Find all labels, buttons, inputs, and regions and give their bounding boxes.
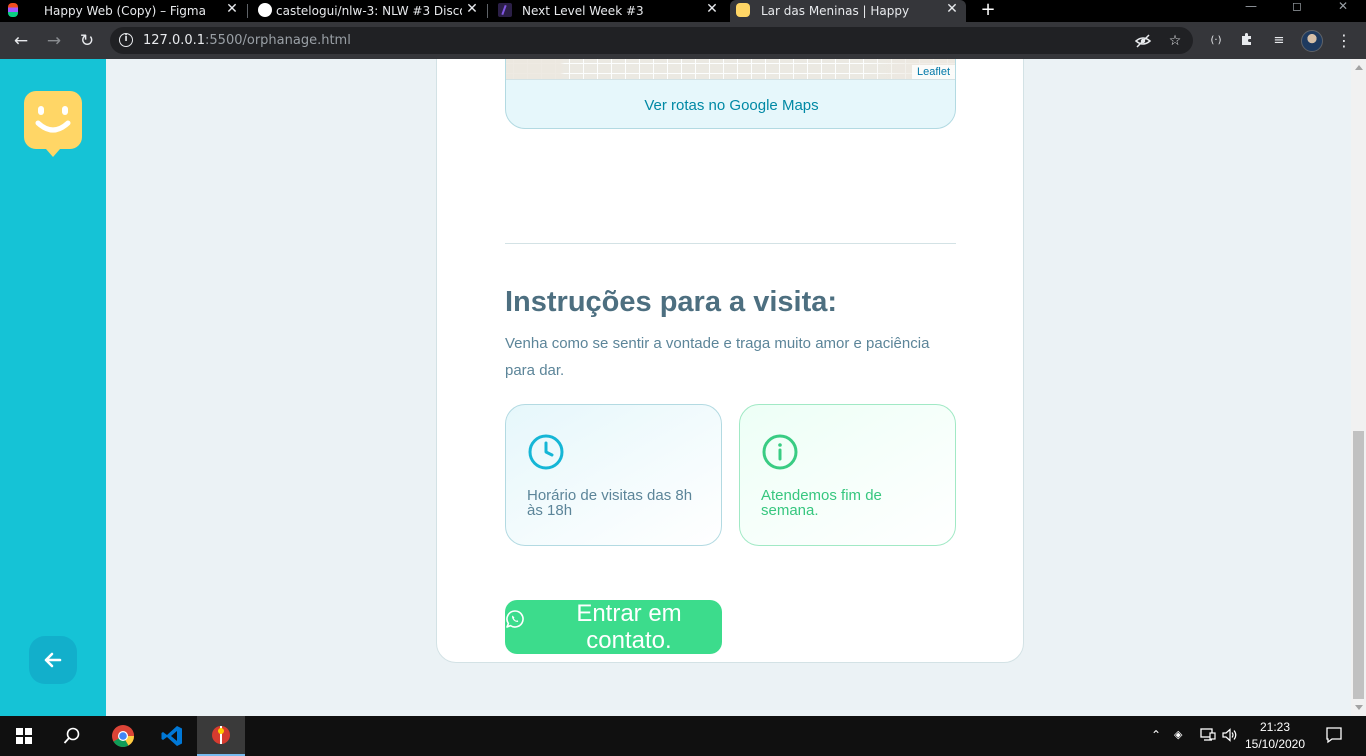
search-button[interactable]	[48, 716, 96, 756]
media-queue-icon[interactable]: ≡	[1269, 31, 1289, 51]
back-arrow-icon[interactable]: ←	[10, 30, 32, 52]
visiting-hours-text: Horário de visitas das 8h às 18h	[527, 487, 693, 519]
tab-happy-active[interactable]: Lar das Meninas | Happy ✕	[730, 0, 966, 22]
back-button[interactable]	[29, 636, 77, 684]
tab-separator	[247, 4, 248, 18]
vscode-taskbar-app[interactable]	[148, 716, 196, 756]
tab-title: Happy Web (Copy) – Figma	[44, 4, 206, 18]
close-window-icon[interactable]: ✕	[1320, 0, 1366, 22]
clock-time: 21:23	[1259, 720, 1291, 734]
chrome-icon	[112, 725, 134, 747]
search-icon	[63, 727, 80, 744]
leaflet-attribution-link[interactable]: Leaflet	[911, 65, 955, 79]
arrow-left-icon	[44, 652, 62, 668]
puzzle-extensions-icon[interactable]	[1237, 31, 1257, 51]
tab-title: Lar das Meninas | Happy	[761, 4, 910, 18]
tab-figma[interactable]: Happy Web (Copy) – Figma ✕	[0, 0, 246, 22]
minimize-icon[interactable]: —	[1228, 0, 1274, 22]
close-tab-icon[interactable]: ✕	[464, 1, 480, 17]
windows-logo-icon	[16, 728, 32, 744]
url-text[interactable]: 127.0.0.1:5500/orphanage.html	[143, 33, 351, 48]
reload-icon[interactable]: ↻	[76, 30, 98, 52]
orphanage-details-card: Leaflet Ver rotas no Google Maps Instruç…	[436, 59, 1024, 663]
map-container: Leaflet Ver rotas no Google Maps	[505, 59, 956, 129]
map-shading	[506, 59, 955, 79]
windows-taskbar: ⌃ ◈ 21:23 15/10/2020	[0, 716, 1366, 756]
scroll-up-arrow-icon[interactable]	[1355, 65, 1363, 70]
tab-nlw[interactable]: Next Level Week #3 ✕	[492, 0, 726, 22]
github-icon	[258, 3, 272, 17]
info-circle-icon	[762, 434, 798, 470]
tab-github[interactable]: castelogui/nlw-3: NLW #3 Discov ✕	[252, 0, 486, 22]
scrollbar-thumb[interactable]	[1353, 431, 1364, 699]
app-icon	[212, 726, 230, 744]
clock-icon	[528, 434, 564, 470]
volume-icon[interactable]	[1222, 728, 1238, 745]
url-path: :5500/orphanage.html	[205, 33, 351, 48]
scroll-down-arrow-icon[interactable]	[1355, 705, 1363, 710]
section-divider	[505, 243, 956, 244]
page-scrollbar[interactable]	[1351, 59, 1366, 716]
sidebar	[0, 59, 106, 716]
rocketseat-icon	[498, 3, 512, 17]
tray-chevron-up-icon[interactable]: ⌃	[1151, 728, 1161, 742]
google-maps-routes-link[interactable]: Ver rotas no Google Maps	[506, 79, 955, 128]
star-bookmark-icon[interactable]: ☆	[1166, 32, 1184, 50]
visiting-hours-box: Horário de visitas das 8h às 18h	[505, 404, 722, 546]
extension-radio-icon[interactable]: (·)	[1206, 31, 1226, 51]
whatsapp-icon	[506, 610, 524, 628]
happy-logo-icon	[24, 91, 82, 157]
windows-start-button[interactable]	[0, 716, 48, 756]
tab-separator	[487, 4, 488, 18]
close-tab-icon[interactable]: ✕	[224, 1, 240, 17]
instructions-title: Instruções para a visita:	[505, 286, 838, 318]
forward-arrow-icon[interactable]: →	[43, 30, 65, 52]
contact-whatsapp-button[interactable]: Entrar em contato.	[505, 600, 722, 654]
weekend-info-box: Atendemos fim de semana.	[739, 404, 956, 546]
more-menu-icon[interactable]: ⋮	[1334, 31, 1354, 51]
tab-title: castelogui/nlw-3: NLW #3 Discov	[276, 4, 462, 18]
maximize-icon[interactable]: ◻	[1274, 0, 1320, 22]
network-icon[interactable]	[1200, 728, 1216, 745]
system-clock[interactable]: 21:23 15/10/2020	[1240, 719, 1310, 753]
close-tab-icon[interactable]: ✕	[704, 1, 720, 17]
close-tab-icon[interactable]: ✕	[944, 1, 960, 17]
figma-taskbar-app[interactable]	[197, 716, 245, 756]
site-info-icon[interactable]: i	[119, 33, 133, 47]
figma-icon	[8, 3, 18, 17]
address-bar[interactable]: i 127.0.0.1:5500/orphanage.html ☆	[110, 27, 1193, 54]
happy-logo-icon	[736, 3, 750, 17]
browser-tab-strip: Happy Web (Copy) – Figma ✕ castelogui/nl…	[0, 0, 1366, 22]
clock-date: 15/10/2020	[1244, 737, 1306, 751]
browser-toolbar: ← → ↻ i 127.0.0.1:5500/orphanage.html ☆ …	[0, 22, 1366, 59]
hidden-eye-icon[interactable]	[1134, 32, 1152, 50]
url-host: 127.0.0.1	[143, 33, 206, 48]
notification-center-icon[interactable]	[1325, 726, 1343, 747]
chrome-taskbar-app[interactable]	[99, 716, 147, 756]
tab-title: Next Level Week #3	[522, 4, 644, 18]
new-tab-button[interactable]: +	[978, 0, 998, 22]
contact-button-label: Entrar em contato.	[576, 600, 682, 654]
vscode-icon	[161, 726, 182, 746]
weekend-info-text: Atendemos fim de semana.	[761, 487, 882, 519]
ime-language-icon[interactable]: ◈	[1174, 728, 1182, 741]
instructions-description: Venha como se sentir a vontade e traga m…	[505, 335, 930, 379]
profile-avatar[interactable]	[1301, 30, 1323, 52]
page-viewport: Leaflet Ver rotas no Google Maps Instruç…	[0, 59, 1366, 716]
